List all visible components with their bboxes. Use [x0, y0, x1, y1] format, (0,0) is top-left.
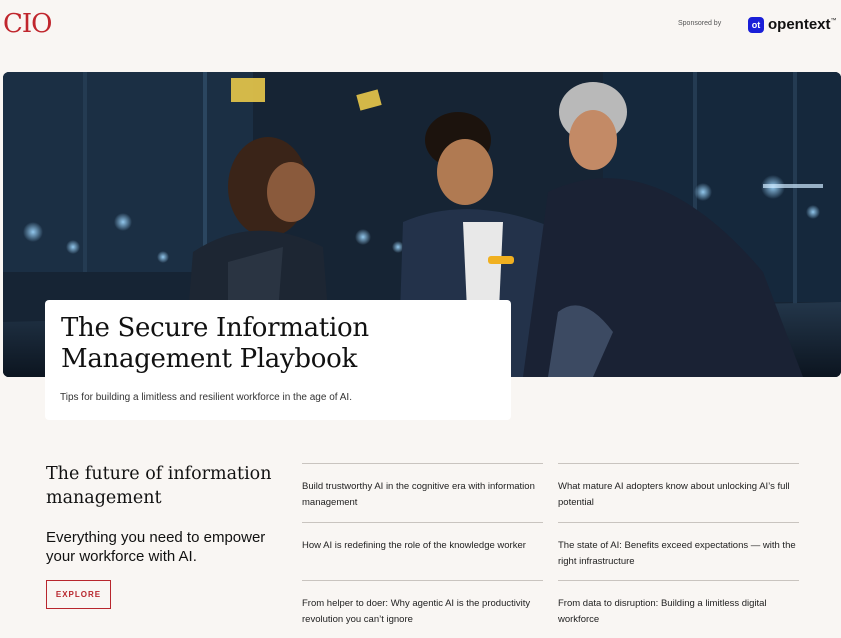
- playbook-title-card: The Secure Information Management Playbo…: [45, 300, 511, 420]
- article-link[interactable]: From data to disruption: Building a limi…: [558, 580, 799, 628]
- article-link[interactable]: How AI is redefining the role of the kno…: [302, 522, 543, 554]
- opentext-wordmark: opentext: [768, 16, 831, 33]
- page-header: CIO Sponsored by ot opentext ™: [0, 0, 841, 60]
- article-link[interactable]: From helper to doer: Why agentic AI is t…: [302, 580, 543, 628]
- page-subtitle: Tips for building a limitless and resili…: [60, 392, 352, 403]
- intro-section: The future of information management Eve…: [46, 462, 286, 566]
- trademark-symbol: ™: [830, 18, 837, 24]
- sponsored-by-label: Sponsored by: [678, 20, 722, 27]
- article-link[interactable]: Build trustworthy AI in the cognitive er…: [302, 463, 543, 511]
- page-title: The Secure Information Management Playbo…: [61, 313, 369, 374]
- section-lead: Everything you need to empower your work…: [46, 529, 266, 565]
- explore-button[interactable]: EXPLORE: [46, 580, 111, 609]
- opentext-logo[interactable]: ot opentext ™: [748, 15, 837, 35]
- cio-logo[interactable]: CIO: [3, 9, 52, 39]
- section-heading: The future of information management: [46, 464, 272, 508]
- article-link[interactable]: The state of AI: Benefits exceed expecta…: [558, 522, 799, 570]
- opentext-mark-icon: ot: [748, 17, 764, 33]
- article-link[interactable]: What mature AI adopters know about unloc…: [558, 463, 799, 511]
